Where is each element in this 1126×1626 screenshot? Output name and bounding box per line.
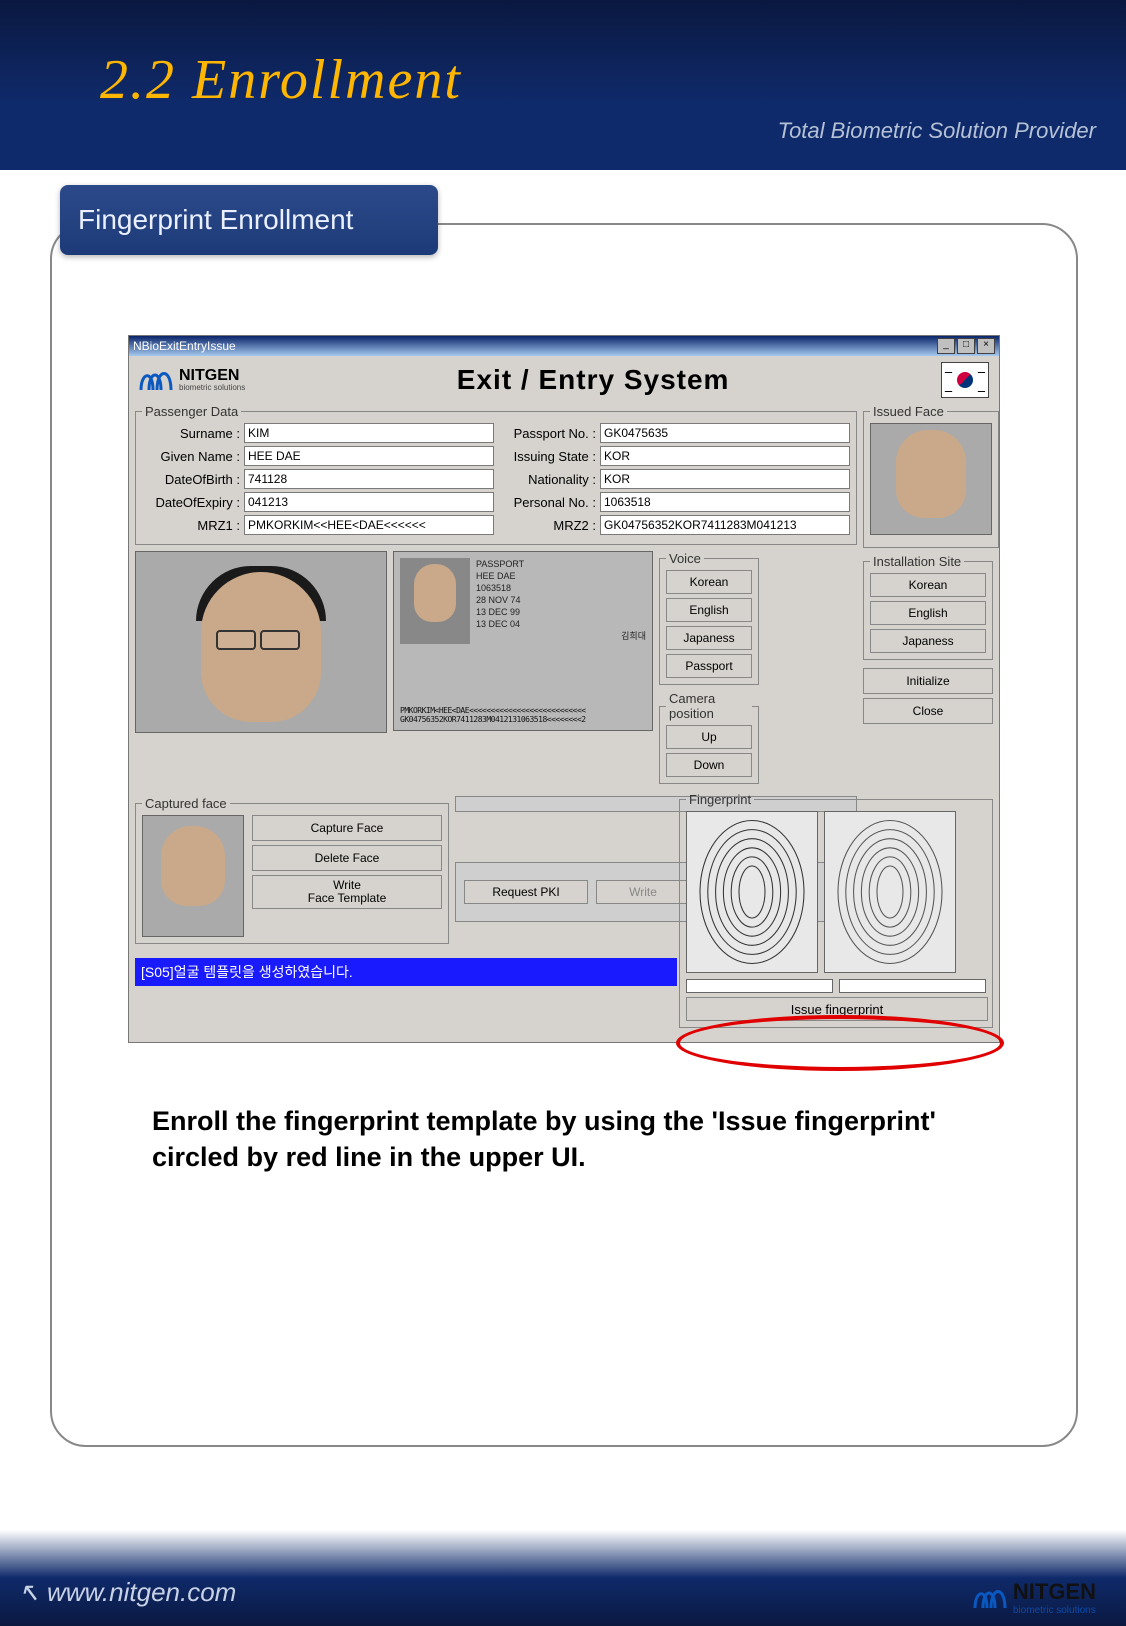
voice-group: Voice Korean English Japaness Passport bbox=[659, 551, 759, 685]
instruction-text: Enroll the fingerprint template by using… bbox=[92, 1103, 1036, 1176]
install-korean-button[interactable]: Korean bbox=[870, 573, 986, 597]
brand-sub: biometric solutions bbox=[179, 383, 245, 392]
passenger-data-group: Passenger Data Surname : Given Name : Da… bbox=[135, 404, 857, 545]
camera-up-button[interactable]: Up bbox=[666, 725, 752, 749]
surname-input[interactable] bbox=[244, 423, 494, 443]
camera-down-button[interactable]: Down bbox=[666, 753, 752, 777]
footer-url: ↖ www.nitgen.com bbox=[18, 1577, 236, 1608]
dob-input[interactable] bbox=[244, 469, 494, 489]
voice-camera-col: Voice Korean English Japaness Passport bbox=[659, 551, 759, 790]
content-area: Fingerprint Enrollment NBioExitEntryIssu… bbox=[50, 185, 1076, 1455]
close-window-button[interactable]: × bbox=[977, 338, 995, 354]
panel: NBioExitEntryIssue _ □ × bbox=[50, 223, 1078, 1447]
fingerprint-group: Fingerprint bbox=[679, 792, 993, 1028]
app-header: NITGEN biometric solutions Exit / Entry … bbox=[129, 356, 999, 404]
titlebar-text: NBioExitEntryIssue bbox=[133, 339, 236, 353]
tagline: Total Biometric Solution Provider bbox=[778, 118, 1096, 144]
brand-name: NITGEN bbox=[179, 369, 245, 383]
system-title: Exit / Entry System bbox=[245, 364, 941, 396]
camera-legend: Camera position bbox=[666, 691, 752, 721]
voice-korean-button[interactable]: Korean bbox=[666, 570, 752, 594]
doe-label: DateOfExpiry : bbox=[142, 495, 240, 510]
mrz2-label: MRZ2 : bbox=[498, 518, 596, 533]
fingerprint-row: Fingerprint bbox=[129, 992, 999, 1042]
doe-input[interactable] bbox=[244, 492, 494, 512]
panel-inner: NBioExitEntryIssue _ □ × bbox=[52, 225, 1076, 1176]
footer-logo-icon bbox=[973, 1586, 1007, 1610]
camera-area: PASSPORT HEE DAE 1063518 28 NOV 74 13 DE… bbox=[135, 551, 857, 790]
capture-face-button[interactable]: Capture Face bbox=[252, 815, 442, 841]
mrz2-input[interactable] bbox=[600, 515, 850, 535]
personal-label: Personal No. : bbox=[498, 495, 596, 510]
write-button[interactable]: Write bbox=[596, 880, 690, 904]
fp-progress-2 bbox=[839, 979, 986, 993]
page-title: 2.2 Enrollment bbox=[100, 48, 462, 112]
brand-logo-icon bbox=[139, 368, 173, 392]
app-window: NBioExitEntryIssue _ □ × bbox=[128, 335, 1000, 1043]
fingerprint-image-1 bbox=[686, 811, 818, 973]
issued-face-legend: Issued Face bbox=[870, 404, 947, 419]
write-face-template-button[interactable]: Write Face Template bbox=[252, 875, 442, 909]
voice-passport-button[interactable]: Passport bbox=[666, 654, 752, 678]
initialize-button[interactable]: Initialize bbox=[863, 668, 993, 694]
nat-input[interactable] bbox=[600, 469, 850, 489]
captured-face-legend: Captured face bbox=[142, 796, 230, 811]
camera-position-group: Camera position Up Down bbox=[659, 691, 759, 784]
voice-english-button[interactable]: English bbox=[666, 598, 752, 622]
passport-photo bbox=[400, 558, 470, 644]
passno-label: Passport No. : bbox=[498, 426, 596, 441]
section-badge: Fingerprint Enrollment bbox=[60, 185, 438, 255]
red-highlight-circle bbox=[676, 1015, 1004, 1071]
close-button[interactable]: Close bbox=[863, 698, 993, 724]
titlebar: NBioExitEntryIssue _ □ × bbox=[129, 336, 999, 356]
install-japanese-button[interactable]: Japaness bbox=[870, 629, 986, 653]
status-bar: [S05]얼굴 템플릿을 생성하였습니다. bbox=[135, 958, 677, 986]
footer-brand-sub: biometric solutions bbox=[1013, 1605, 1096, 1616]
issuing-label: Issuing State : bbox=[498, 449, 596, 464]
passno-input[interactable] bbox=[600, 423, 850, 443]
passenger-data-legend: Passenger Data bbox=[142, 404, 241, 419]
surname-label: Surname : bbox=[142, 426, 240, 441]
footer-brand: NITGEN bbox=[1013, 1579, 1096, 1605]
mrz1-input[interactable] bbox=[244, 515, 494, 535]
minimize-button[interactable]: _ bbox=[937, 338, 955, 354]
fp-progress-1 bbox=[686, 979, 833, 993]
issued-face-group: Issued Face bbox=[863, 404, 999, 548]
voice-japanese-button[interactable]: Japaness bbox=[666, 626, 752, 650]
issue-fingerprint-button[interactable]: Issue fingerprint bbox=[686, 997, 988, 1021]
top-banner: 2.2 Enrollment Total Biometric Solution … bbox=[0, 0, 1126, 170]
flag-icon: ⚊⚊ ⚊⚊ bbox=[941, 362, 989, 398]
brand-logo: NITGEN biometric solutions bbox=[139, 368, 245, 392]
page: 2.2 Enrollment Total Biometric Solution … bbox=[0, 0, 1126, 1626]
maximize-button[interactable]: □ bbox=[957, 338, 975, 354]
mrz1-label: MRZ1 : bbox=[142, 518, 240, 533]
given-input[interactable] bbox=[244, 446, 494, 466]
given-label: Given Name : bbox=[142, 449, 240, 464]
passport-mrz: PMKORKIM<HEE<DAE<<<<<<<<<<<<<<<<<<<<<<<<… bbox=[400, 706, 646, 724]
footer-logo: NITGEN biometric solutions bbox=[973, 1579, 1096, 1616]
nat-label: Nationality : bbox=[498, 472, 596, 487]
install-site-group: Installation Site Korean English Japanes… bbox=[863, 554, 993, 660]
issuing-input[interactable] bbox=[600, 446, 850, 466]
footer: ↖ www.nitgen.com NITGEN biometric soluti… bbox=[0, 1506, 1126, 1626]
captured-face-thumb bbox=[142, 815, 244, 937]
fingerprint-image-2 bbox=[824, 811, 956, 973]
delete-face-button[interactable]: Delete Face bbox=[252, 845, 442, 871]
request-pki-button[interactable]: Request PKI bbox=[464, 880, 588, 904]
install-legend: Installation Site bbox=[870, 554, 964, 569]
dob-label: DateOfBirth : bbox=[142, 472, 240, 487]
personal-input[interactable] bbox=[600, 492, 850, 512]
voice-legend: Voice bbox=[666, 551, 704, 566]
install-english-button[interactable]: English bbox=[870, 601, 986, 625]
fingerprint-legend: Fingerprint bbox=[686, 792, 754, 807]
captured-face-group: Captured face Capture Face Delete Face W… bbox=[135, 796, 449, 944]
cursor-icon: ↖ bbox=[18, 1577, 40, 1607]
issued-face-image bbox=[870, 423, 992, 535]
passport-scan: PASSPORT HEE DAE 1063518 28 NOV 74 13 DE… bbox=[393, 551, 653, 731]
window-buttons: _ □ × bbox=[937, 338, 995, 354]
live-camera bbox=[135, 551, 387, 733]
